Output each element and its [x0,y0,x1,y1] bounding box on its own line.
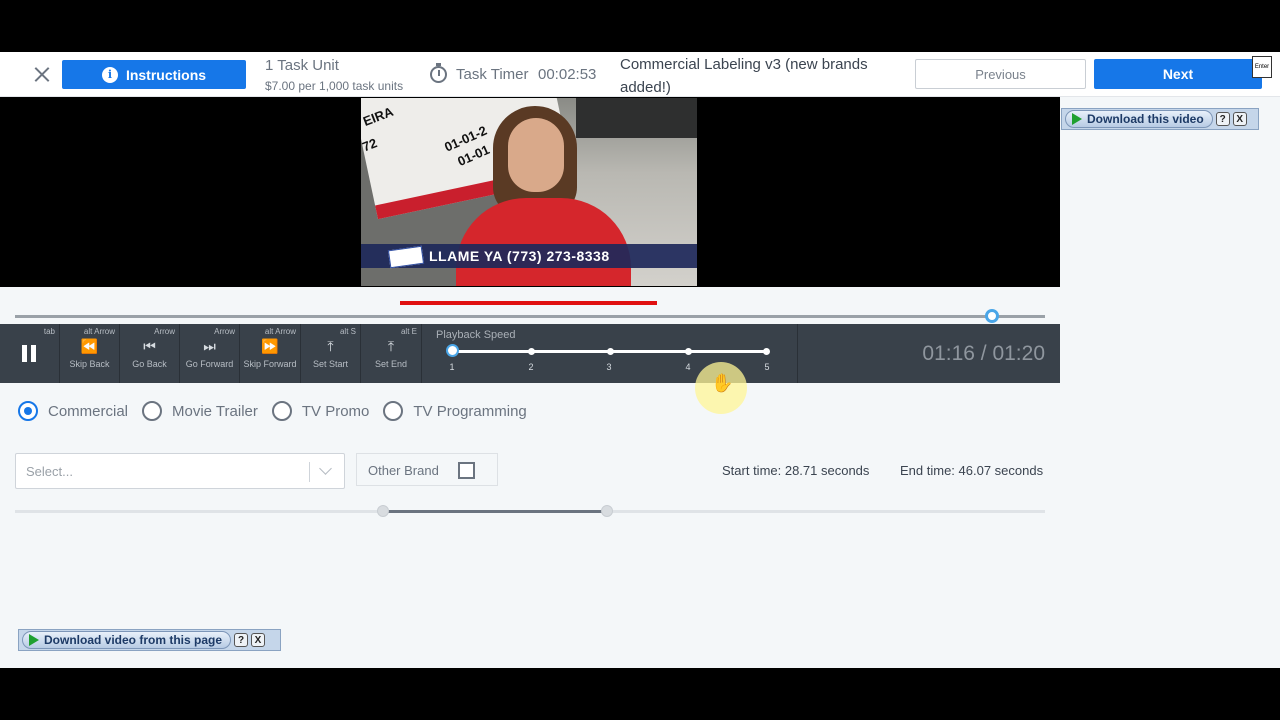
shortcut-hint: alt Arrow [264,327,296,336]
top-bar: i Instructions 1 Task Unit $7.00 per 1,0… [0,52,1280,97]
stopwatch-icon [430,63,447,83]
select-divider [309,462,310,482]
speed-value: 3 [606,362,612,372]
close-icon[interactable]: X [1232,112,1247,126]
instructions-button[interactable]: i Instructions [62,60,246,89]
go-back-label: Go Back [132,359,167,369]
go-forward-button[interactable]: Arrow ⏭ Go Forward [180,324,240,383]
chevron-down-icon[interactable] [319,462,332,475]
shortcut-hint: Arrow [154,327,175,336]
video-document-text: EIRA [361,103,396,129]
pause-button[interactable]: tab [0,324,60,383]
step-back-icon: ⏮ [143,339,156,355]
other-brand-toggle[interactable]: Other Brand [356,453,498,486]
radio-movie-trailer[interactable] [142,401,163,421]
speed-value: 4 [685,362,691,372]
set-start-label: Set Start [312,359,348,369]
speed-tick[interactable] [763,348,770,355]
video-document-text: 72 [361,135,380,155]
download-from-page-label: Download video from this page [44,633,223,647]
video-cabinet [576,98,697,138]
speed-value: 1 [449,362,455,372]
radio-commercial[interactable] [18,401,38,421]
shortcut-hint: alt E [400,327,417,336]
radio-tv-promo[interactable] [271,401,292,421]
brand-select[interactable]: Select... [15,453,345,489]
speed-tick[interactable] [685,348,692,355]
close-icon[interactable]: X [251,633,266,647]
close-icon[interactable] [30,63,54,87]
other-brand-checkbox[interactable] [458,462,475,479]
download-this-video-label: Download this video [1087,112,1204,126]
speed-value: 2 [528,362,534,372]
download-video-toolbar: Download this video ? X [1061,108,1259,130]
speed-handle[interactable] [446,344,459,357]
set-end-label: Set End [374,359,408,369]
brand-select-placeholder: Select... [26,464,73,479]
seek-track[interactable] [15,315,1045,318]
end-time: End time: 46.07 seconds [900,463,1044,478]
pause-icon [22,345,36,362]
instructions-label: Instructions [125,66,207,83]
segment-highlight [400,301,657,305]
radio-label[interactable]: Commercial [48,403,128,420]
rewind-icon: ⏪ [80,339,99,355]
shortcut-hint: tab [43,327,55,336]
task-timer-label: Task Timer [456,66,529,83]
set-end-icon: ⤒ [387,339,395,355]
labeling-page: i Instructions 1 Task Unit $7.00 per 1,0… [0,52,1280,668]
set-end-button[interactable]: alt E ⤒ Set End [361,324,422,383]
speed-tick[interactable] [528,348,535,355]
go-back-button[interactable]: Arrow ⏮ Go Back [120,324,180,383]
previous-button[interactable]: Previous [915,59,1086,89]
download-from-page-button[interactable]: Download video from this page [22,631,232,649]
task-unit-title: 1 Task Unit [265,57,339,74]
presenter-face [508,118,564,192]
shortcut-hint: alt S [339,327,356,336]
shortcut-hint: Arrow [214,327,235,336]
set-start-icon: ⤒ [327,339,334,355]
segment-range-fill [388,510,607,513]
download-this-video-button[interactable]: Download this video [1065,110,1213,128]
player-controls: tab alt Arrow ⏪ Skip Back Arrow ⏮ Go Bac… [0,324,1060,383]
radio-label[interactable]: TV Programming [413,403,526,420]
task-timer-value: 00:02:53 [538,66,597,83]
video-frame: EIRA 72 01-01-2 01-01 LLAME YA (773) 273… [361,98,697,286]
segment-end-handle[interactable] [601,505,613,517]
play-icon [29,634,39,646]
skip-forward-label: Skip Forward [243,359,297,369]
task-name: Commercial Labeling v3 (new brands added… [620,56,868,96]
seek-handle[interactable] [985,309,999,323]
next-button[interactable]: Next [1094,59,1262,89]
task-unit-price: $7.00 per 1,000 task units [265,79,404,93]
fast-forward-icon: ⏩ [261,339,279,355]
play-icon [1072,113,1082,125]
set-start-button[interactable]: alt S ⤒ Set Start [301,324,361,383]
start-time: Start time: 28.71 seconds [722,463,870,478]
speed-value: 5 [764,362,770,372]
playback-speed-label: Playback Speed [436,329,516,341]
shortcut-hint: alt Arrow [83,327,115,336]
go-forward-label: Go Forward [185,359,234,369]
radio-label[interactable]: TV Promo [302,403,370,420]
skip-back-label: Skip Back [69,359,110,369]
skip-back-button[interactable]: alt Arrow ⏪ Skip Back [60,324,120,383]
download-page-toolbar: Download video from this page ? X [18,629,281,651]
other-brand-label: Other Brand [368,463,439,478]
info-icon: i [101,66,118,83]
radio-tv-programming[interactable] [383,401,404,421]
category-radio-group: Commercial Movie Trailer TV Promo TV Pro… [18,401,541,421]
skip-forward-button[interactable]: alt Arrow ⏩ Skip Forward [240,324,301,383]
enter-key-hint: Enter [1252,56,1272,78]
segment-start-handle[interactable] [377,505,389,517]
hand-cursor-icon: ✋ [711,373,734,394]
video-player[interactable]: EIRA 72 01-01-2 01-01 LLAME YA (773) 273… [0,97,1060,323]
help-icon[interactable]: ? [234,633,249,647]
speed-tick[interactable] [607,348,614,355]
help-icon[interactable]: ? [1215,112,1230,126]
time-readout: 01:16 / 01:20 [922,342,1045,365]
radio-label[interactable]: Movie Trailer [172,403,258,420]
step-forward-icon: ⏭ [203,339,216,355]
